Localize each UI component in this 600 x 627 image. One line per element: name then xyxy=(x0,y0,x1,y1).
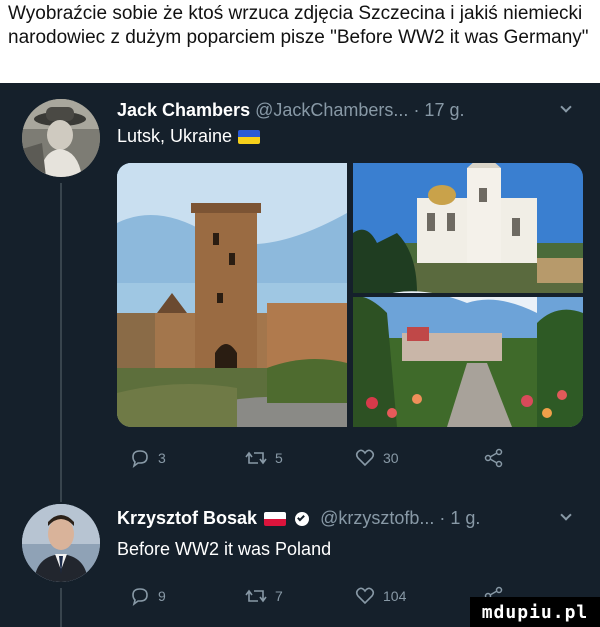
reply-count: 9 xyxy=(158,588,166,604)
heart-icon xyxy=(355,587,375,605)
tweet-text: Before WW2 it was Poland xyxy=(117,538,331,560)
retweet-count: 5 xyxy=(275,450,283,466)
user-handle[interactable]: @krzysztofb... xyxy=(320,508,434,528)
thread-connector-line xyxy=(60,588,62,627)
photo-garden[interactable] xyxy=(353,291,583,427)
reply-button[interactable]: 9 xyxy=(130,586,166,606)
share-icon xyxy=(484,448,503,468)
retweet-button[interactable]: 5 xyxy=(245,448,283,468)
reply-button[interactable]: 3 xyxy=(130,448,166,468)
like-button[interactable]: 104 xyxy=(355,586,406,606)
poland-flag-icon xyxy=(264,512,287,527)
tweet-media-grid[interactable] xyxy=(117,163,583,427)
display-name[interactable]: Jack Chambers xyxy=(117,100,250,120)
verified-icon xyxy=(295,512,310,527)
user-handle[interactable]: @JackChambers... xyxy=(255,100,408,120)
tweet-text-content: Before WW2 it was Poland xyxy=(117,539,332,559)
ukraine-flag-icon xyxy=(238,130,261,145)
tweet-text: Lutsk, Ukraine xyxy=(117,125,261,147)
site-watermark: mdupiu.pl xyxy=(470,597,600,627)
chevron-down-icon[interactable] xyxy=(560,509,572,521)
photo-cathedral[interactable] xyxy=(353,163,583,293)
meme-caption: Wyobraźcie sobie że ktoś wrzuca zdjęcia … xyxy=(0,0,600,82)
tweet-header: Jack Chambers @JackChambers... · 17 g. xyxy=(117,99,464,121)
like-count: 30 xyxy=(383,450,399,466)
tweet-timestamp[interactable]: · 1 g. xyxy=(439,508,480,528)
watermark-text: mdupiu.pl xyxy=(481,601,589,623)
share-button[interactable] xyxy=(484,448,504,468)
reply-icon xyxy=(132,588,148,606)
chevron-down-icon[interactable] xyxy=(560,101,572,113)
retweet-icon xyxy=(245,451,267,465)
like-button[interactable]: 30 xyxy=(355,448,399,468)
tweet-header: Krzysztof Bosak @krzysztofb... · 1 g. xyxy=(117,507,480,529)
caption-text: Wyobraźcie sobie że ktoś wrzuca zdjęcia … xyxy=(8,3,589,48)
like-count: 104 xyxy=(383,588,407,604)
retweet-button[interactable]: 7 xyxy=(245,586,283,606)
tweet-text-content: Lutsk, Ukraine xyxy=(117,126,233,146)
retweet-count: 7 xyxy=(275,588,283,604)
display-name[interactable]: Krzysztof Bosak xyxy=(117,508,257,528)
avatar[interactable] xyxy=(20,502,102,584)
reply-count: 3 xyxy=(158,450,166,466)
reply-icon xyxy=(132,450,148,468)
tweet-thread: Jack Chambers @JackChambers... · 17 g. L… xyxy=(0,83,600,627)
heart-icon xyxy=(355,449,375,467)
photo-castle[interactable] xyxy=(117,163,347,427)
avatar[interactable] xyxy=(20,97,102,179)
thread-connector-line xyxy=(60,183,62,513)
tweet-timestamp[interactable]: · 17 g. xyxy=(413,100,464,120)
retweet-icon xyxy=(245,589,267,603)
